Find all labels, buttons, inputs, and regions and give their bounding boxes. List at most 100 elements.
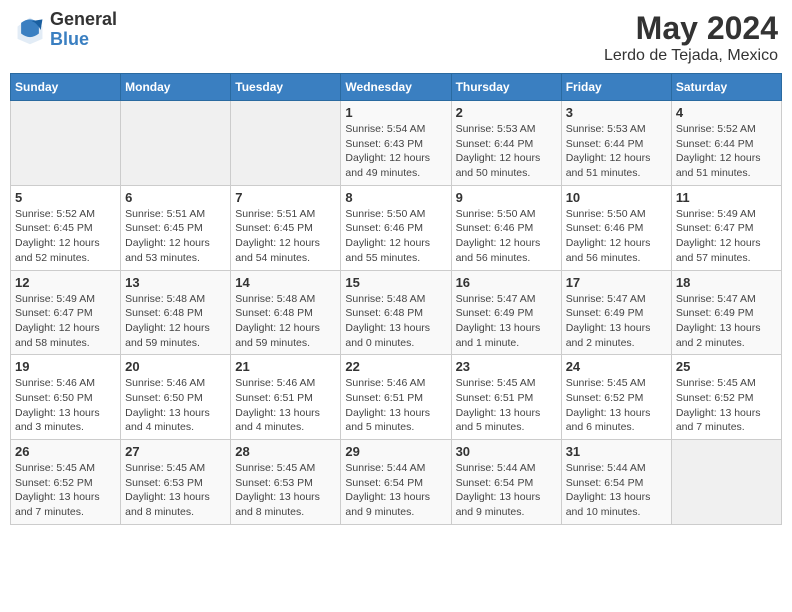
calendar-cell: 23 Sunrise: 5:45 AMSunset: 6:51 PMDayligh… bbox=[451, 355, 561, 440]
day-number: 16 bbox=[456, 275, 557, 290]
calendar-cell: 30 Sunrise: 5:44 AMSunset: 6:54 PMDayligh… bbox=[451, 440, 561, 525]
day-info: Sunrise: 5:52 AMSunset: 6:45 PMDaylight:… bbox=[15, 207, 116, 266]
day-info: Sunrise: 5:48 AMSunset: 6:48 PMDaylight:… bbox=[345, 292, 446, 351]
day-info: Sunrise: 5:44 AMSunset: 6:54 PMDaylight:… bbox=[345, 461, 446, 520]
calendar-cell bbox=[671, 440, 781, 525]
calendar-cell: 6 Sunrise: 5:51 AMSunset: 6:45 PMDaylight… bbox=[121, 185, 231, 270]
day-info: Sunrise: 5:50 AMSunset: 6:46 PMDaylight:… bbox=[566, 207, 667, 266]
day-number: 25 bbox=[676, 359, 777, 374]
day-number: 7 bbox=[235, 190, 336, 205]
day-info: Sunrise: 5:52 AMSunset: 6:44 PMDaylight:… bbox=[676, 122, 777, 181]
day-info: Sunrise: 5:47 AMSunset: 6:49 PMDaylight:… bbox=[456, 292, 557, 351]
day-number: 26 bbox=[15, 444, 116, 459]
day-number: 9 bbox=[456, 190, 557, 205]
day-info: Sunrise: 5:51 AMSunset: 6:45 PMDaylight:… bbox=[125, 207, 226, 266]
calendar-cell: 24Sunrise: 5:45 AMSunset: 6:52 PMDayligh… bbox=[561, 355, 671, 440]
weekday-header-monday: Monday bbox=[121, 74, 231, 101]
day-info: Sunrise: 5:46 AMSunset: 6:50 PMDaylight:… bbox=[15, 376, 116, 435]
calendar-cell: 28Sunrise: 5:45 AMSunset: 6:53 PMDayligh… bbox=[231, 440, 341, 525]
calendar-cell: 10Sunrise: 5:50 AMSunset: 6:46 PMDayligh… bbox=[561, 185, 671, 270]
day-info: Sunrise: 5:50 AMSunset: 6:46 PMDaylight:… bbox=[345, 207, 446, 266]
day-number: 22 bbox=[345, 359, 446, 374]
calendar-title: May 2024 bbox=[604, 10, 778, 47]
logo-line2: Blue bbox=[50, 30, 117, 50]
calendar-cell: 17Sunrise: 5:47 AMSunset: 6:49 PMDayligh… bbox=[561, 270, 671, 355]
weekday-header-thursday: Thursday bbox=[451, 74, 561, 101]
calendar-cell: 4 Sunrise: 5:52 AMSunset: 6:44 PMDaylight… bbox=[671, 101, 781, 186]
weekday-row: SundayMondayTuesdayWednesdayThursdayFrid… bbox=[11, 74, 782, 101]
day-info: Sunrise: 5:51 AMSunset: 6:45 PMDaylight:… bbox=[235, 207, 336, 266]
day-info: Sunrise: 5:45 AMSunset: 6:53 PMDaylight:… bbox=[235, 461, 336, 520]
day-number: 11 bbox=[676, 190, 777, 205]
weekday-header-saturday: Saturday bbox=[671, 74, 781, 101]
day-info: Sunrise: 5:54 AMSunset: 6:43 PMDaylight:… bbox=[345, 122, 446, 181]
calendar-cell: 14 Sunrise: 5:48 AMSunset: 6:48 PMDayligh… bbox=[231, 270, 341, 355]
day-info: Sunrise: 5:44 AMSunset: 6:54 PMDaylight:… bbox=[456, 461, 557, 520]
day-number: 21 bbox=[235, 359, 336, 374]
calendar-cell: 7 Sunrise: 5:51 AMSunset: 6:45 PMDaylight… bbox=[231, 185, 341, 270]
day-info: Sunrise: 5:46 AMSunset: 6:51 PMDaylight:… bbox=[345, 376, 446, 435]
day-info: Sunrise: 5:46 AMSunset: 6:51 PMDaylight:… bbox=[235, 376, 336, 435]
calendar-cell: 1 Sunrise: 5:54 AMSunset: 6:43 PMDaylight… bbox=[341, 101, 451, 186]
day-number: 17 bbox=[566, 275, 667, 290]
calendar-cell: 3 Sunrise: 5:53 AMSunset: 6:44 PMDaylight… bbox=[561, 101, 671, 186]
calendar-body: 1 Sunrise: 5:54 AMSunset: 6:43 PMDaylight… bbox=[11, 101, 782, 525]
day-number: 12 bbox=[15, 275, 116, 290]
day-number: 4 bbox=[676, 105, 777, 120]
calendar-cell: 29Sunrise: 5:44 AMSunset: 6:54 PMDayligh… bbox=[341, 440, 451, 525]
day-number: 18 bbox=[676, 275, 777, 290]
calendar-cell: 9 Sunrise: 5:50 AMSunset: 6:46 PMDaylight… bbox=[451, 185, 561, 270]
day-info: Sunrise: 5:47 AMSunset: 6:49 PMDaylight:… bbox=[676, 292, 777, 351]
weekday-header-friday: Friday bbox=[561, 74, 671, 101]
calendar-week-4: 19 Sunrise: 5:46 AMSunset: 6:50 PMDayligh… bbox=[11, 355, 782, 440]
calendar-cell: 19 Sunrise: 5:46 AMSunset: 6:50 PMDayligh… bbox=[11, 355, 121, 440]
day-number: 19 bbox=[15, 359, 116, 374]
calendar-cell: 21 Sunrise: 5:46 AMSunset: 6:51 PMDayligh… bbox=[231, 355, 341, 440]
logo-line1: General bbox=[50, 10, 117, 30]
day-number: 15 bbox=[345, 275, 446, 290]
day-number: 1 bbox=[345, 105, 446, 120]
day-number: 27 bbox=[125, 444, 226, 459]
day-info: Sunrise: 5:53 AMSunset: 6:44 PMDaylight:… bbox=[456, 122, 557, 181]
day-number: 5 bbox=[15, 190, 116, 205]
day-info: Sunrise: 5:48 AMSunset: 6:48 PMDaylight:… bbox=[235, 292, 336, 351]
calendar-cell: 16 Sunrise: 5:47 AMSunset: 6:49 PMDayligh… bbox=[451, 270, 561, 355]
weekday-header-wednesday: Wednesday bbox=[341, 74, 451, 101]
day-number: 30 bbox=[456, 444, 557, 459]
day-info: Sunrise: 5:45 AMSunset: 6:52 PMDaylight:… bbox=[566, 376, 667, 435]
calendar-cell: 13Sunrise: 5:48 AMSunset: 6:48 PMDayligh… bbox=[121, 270, 231, 355]
calendar-cell: 2Sunrise: 5:53 AMSunset: 6:44 PMDaylight… bbox=[451, 101, 561, 186]
calendar-cell: 12 Sunrise: 5:49 AMSunset: 6:47 PMDayligh… bbox=[11, 270, 121, 355]
calendar-cell bbox=[231, 101, 341, 186]
logo-icon bbox=[14, 14, 46, 46]
day-info: Sunrise: 5:50 AMSunset: 6:46 PMDaylight:… bbox=[456, 207, 557, 266]
day-number: 14 bbox=[235, 275, 336, 290]
day-number: 6 bbox=[125, 190, 226, 205]
day-number: 20 bbox=[125, 359, 226, 374]
calendar-cell: 22 Sunrise: 5:46 AMSunset: 6:51 PMDayligh… bbox=[341, 355, 451, 440]
calendar-cell: 20 Sunrise: 5:46 AMSunset: 6:50 PMDayligh… bbox=[121, 355, 231, 440]
calendar-cell: 26Sunrise: 5:45 AMSunset: 6:52 PMDayligh… bbox=[11, 440, 121, 525]
day-info: Sunrise: 5:45 AMSunset: 6:51 PMDaylight:… bbox=[456, 376, 557, 435]
day-number: 23 bbox=[456, 359, 557, 374]
day-info: Sunrise: 5:53 AMSunset: 6:44 PMDaylight:… bbox=[566, 122, 667, 181]
day-number: 31 bbox=[566, 444, 667, 459]
calendar-cell: 11Sunrise: 5:49 AMSunset: 6:47 PMDayligh… bbox=[671, 185, 781, 270]
day-info: Sunrise: 5:46 AMSunset: 6:50 PMDaylight:… bbox=[125, 376, 226, 435]
calendar-subtitle: Lerdo de Tejada, Mexico bbox=[604, 47, 778, 65]
calendar-cell: 5 Sunrise: 5:52 AMSunset: 6:45 PMDaylight… bbox=[11, 185, 121, 270]
calendar-cell: 18 Sunrise: 5:47 AMSunset: 6:49 PMDayligh… bbox=[671, 270, 781, 355]
logo-text: General Blue bbox=[50, 10, 117, 50]
calendar-header: SundayMondayTuesdayWednesdayThursdayFrid… bbox=[11, 74, 782, 101]
weekday-header-tuesday: Tuesday bbox=[231, 74, 341, 101]
day-number: 3 bbox=[566, 105, 667, 120]
day-info: Sunrise: 5:45 AMSunset: 6:53 PMDaylight:… bbox=[125, 461, 226, 520]
day-info: Sunrise: 5:49 AMSunset: 6:47 PMDaylight:… bbox=[15, 292, 116, 351]
calendar-cell: 31Sunrise: 5:44 AMSunset: 6:54 PMDayligh… bbox=[561, 440, 671, 525]
title-block: May 2024 Lerdo de Tejada, Mexico bbox=[604, 10, 778, 65]
calendar-cell: 25 Sunrise: 5:45 AMSunset: 6:52 PMDayligh… bbox=[671, 355, 781, 440]
day-number: 8 bbox=[345, 190, 446, 205]
day-info: Sunrise: 5:48 AMSunset: 6:48 PMDaylight:… bbox=[125, 292, 226, 351]
day-info: Sunrise: 5:45 AMSunset: 6:52 PMDaylight:… bbox=[676, 376, 777, 435]
calendar-week-1: 1 Sunrise: 5:54 AMSunset: 6:43 PMDaylight… bbox=[11, 101, 782, 186]
